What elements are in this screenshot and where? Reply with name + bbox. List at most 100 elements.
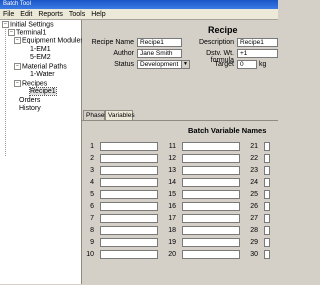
variable-name-input[interactable] (182, 166, 240, 175)
variable-number: 22 (250, 155, 258, 162)
variables-panel: Batch Variable Names 1 2 3 4 5 6 7 8 9 10 11 12 13 14… (82, 120, 278, 285)
collapse-icon[interactable]: − (14, 37, 21, 44)
variable-number: 6 (90, 203, 94, 210)
description-label: Description (198, 39, 234, 46)
collapse-icon[interactable]: − (2, 21, 9, 28)
variable-name-input[interactable] (182, 178, 240, 187)
batch-variable-names-heading: Batch Variable Names (188, 126, 267, 135)
variable-name-input[interactable] (100, 202, 158, 211)
variable-number: 26 (250, 203, 258, 210)
variable-number: 18 (168, 227, 176, 234)
variable-name-input[interactable] (100, 166, 158, 175)
variable-name-input[interactable] (264, 166, 270, 175)
variable-number: 1 (90, 143, 94, 150)
tab-variables[interactable]: Variables (105, 110, 135, 120)
window-title: Batch Tool (3, 1, 31, 7)
variable-name-input[interactable] (264, 178, 270, 187)
variable-name-input[interactable] (264, 142, 270, 151)
variable-name-input[interactable] (182, 142, 240, 151)
target-unit: kg (259, 61, 267, 68)
recipe-editor: Recipe Recipe Name Recipe1 Author Jane S… (82, 20, 278, 285)
tab-phases[interactable]: Phases (83, 110, 108, 120)
variable-number: 3 (90, 167, 94, 174)
variable-name-input[interactable] (264, 238, 270, 247)
variable-number: 9 (90, 239, 94, 246)
tree-node-recipe1[interactable]: Recipe1 (29, 87, 57, 96)
variable-number: 4 (90, 179, 94, 186)
variable-number: 23 (250, 167, 258, 174)
menu-reports[interactable]: Reports (35, 9, 66, 20)
variable-name-input[interactable] (264, 250, 270, 259)
variable-number: 29 (250, 239, 258, 246)
author-input[interactable]: Jane Smith (137, 49, 182, 58)
variable-name-input[interactable] (100, 226, 158, 235)
variable-name-input[interactable] (100, 178, 158, 187)
variable-name-input[interactable] (264, 190, 270, 199)
variable-number: 15 (168, 191, 176, 198)
status-label: Status (114, 61, 134, 68)
variable-name-input[interactable] (264, 214, 270, 223)
variable-name-input[interactable] (264, 154, 270, 163)
tree-node-equipment-modules[interactable]: − Equipment Modules (14, 37, 84, 45)
variable-number: 5 (90, 191, 94, 198)
page-title: Recipe (208, 25, 238, 35)
variable-number: 28 (250, 227, 258, 234)
window-title-bar: Batch Tool (0, 0, 278, 9)
tree-node-water[interactable]: 1-Water (30, 71, 55, 79)
variable-number: 30 (250, 251, 258, 258)
variable-name-input[interactable] (264, 226, 270, 235)
variable-number: 16 (168, 203, 176, 210)
variable-number: 7 (90, 215, 94, 222)
variable-name-input[interactable] (100, 214, 158, 223)
variable-name-input[interactable] (182, 238, 240, 247)
tree-node-orders[interactable]: Orders (19, 97, 40, 105)
tree-node-history[interactable]: History (19, 105, 41, 113)
target-input[interactable]: 0 (237, 60, 257, 69)
variable-name-input[interactable] (182, 214, 240, 223)
variable-number: 24 (250, 179, 258, 186)
recipe-name-label: Recipe Name (91, 39, 134, 46)
menu-edit[interactable]: Edit (17, 9, 35, 20)
variable-name-input[interactable] (182, 250, 240, 259)
variable-number: 20 (168, 251, 176, 258)
author-label: Author (113, 50, 134, 57)
formula-input[interactable]: +1 (237, 49, 278, 58)
variable-name-input[interactable] (264, 202, 270, 211)
status-value: Development (140, 61, 179, 68)
variable-number: 19 (168, 239, 176, 246)
tree-connector-line (5, 26, 6, 156)
variable-number: 11 (168, 143, 176, 150)
collapse-icon[interactable]: − (14, 80, 21, 87)
menu-file[interactable]: File (0, 9, 17, 20)
variable-name-input[interactable] (100, 238, 158, 247)
recipe-name-input[interactable]: Recipe1 (137, 38, 182, 47)
menu-bar: File Edit Reports Tools Help (0, 9, 278, 20)
target-label: Target (214, 61, 234, 68)
variable-number: 8 (90, 227, 94, 234)
variable-number: 10 (86, 251, 94, 258)
variable-name-input[interactable] (100, 190, 158, 199)
navigation-tree: − Initial Settings − Terminal1 − Equipment … (0, 20, 84, 284)
variable-name-input[interactable] (182, 154, 240, 163)
tree-node-em1[interactable]: 1-EM1 (30, 46, 51, 54)
variable-name-input[interactable] (100, 154, 158, 163)
menu-tools[interactable]: Tools (66, 9, 88, 20)
variable-name-input[interactable] (100, 250, 158, 259)
variable-name-input[interactable] (182, 226, 240, 235)
variable-name-input[interactable] (182, 190, 240, 199)
tree-node-em2[interactable]: 5-EM2 (30, 54, 51, 62)
collapse-icon[interactable]: − (14, 63, 21, 70)
collapse-icon[interactable]: − (8, 29, 15, 36)
variable-number: 12 (168, 155, 176, 162)
variable-number: 21 (250, 143, 258, 150)
variable-number: 13 (168, 167, 176, 174)
menu-help[interactable]: Help (88, 9, 108, 20)
description-input[interactable]: Recipe1 (237, 38, 278, 47)
variable-number: 25 (250, 191, 258, 198)
variable-number: 14 (168, 179, 176, 186)
variable-number: 27 (250, 215, 258, 222)
variable-name-input[interactable] (100, 142, 158, 151)
variable-number: 17 (168, 215, 176, 222)
variable-name-input[interactable] (182, 202, 240, 211)
variable-number: 2 (90, 155, 94, 162)
